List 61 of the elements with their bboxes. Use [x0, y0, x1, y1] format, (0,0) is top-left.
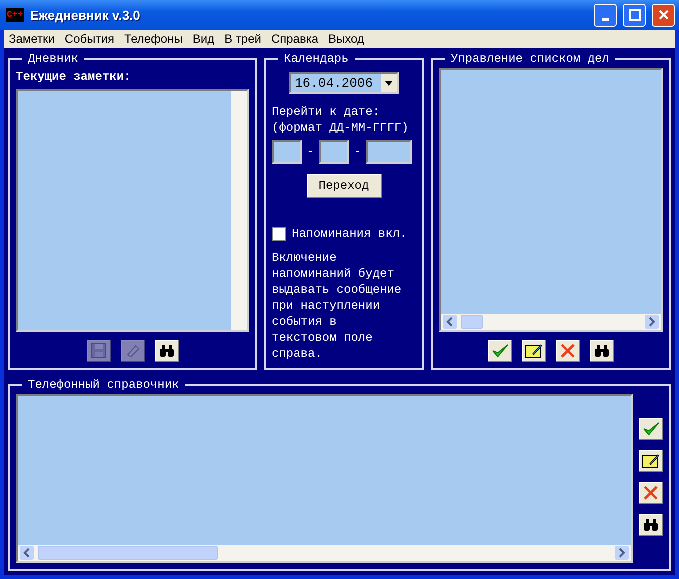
add-button[interactable] — [639, 450, 663, 472]
panel-title: Дневник — [27, 52, 80, 66]
reminders-note: Включение напоминаний будет выдавать сообщение при наступлении события в текстовом поле справа. — [272, 250, 403, 362]
go-button[interactable]: Переход — [306, 174, 382, 198]
scroll-right-icon[interactable] — [644, 314, 660, 330]
menu-item[interactable]: Справка — [266, 32, 324, 46]
scroll-thumb[interactable] — [38, 546, 218, 560]
menu-item[interactable]: Вид — [188, 32, 220, 46]
separator: - — [307, 145, 314, 159]
day-field[interactable] — [272, 140, 302, 164]
notes-label: Текущие заметки: — [16, 69, 132, 85]
format-label: (формат ДД-ММ-ГГГГ) — [272, 120, 410, 136]
scroll-left-icon[interactable] — [442, 314, 458, 330]
add-button[interactable] — [522, 340, 546, 362]
close-icon — [658, 9, 670, 21]
scroll-right-icon[interactable] — [614, 545, 630, 561]
folder-pencil-icon — [642, 453, 660, 469]
find-button[interactable] — [639, 514, 663, 536]
window-title: Ежедневник v.3.0 — [30, 8, 142, 22]
app-logo: C++ — [6, 8, 24, 22]
horizontal-scrollbar[interactable] — [18, 545, 631, 561]
menu-item[interactable]: В трей — [220, 32, 266, 46]
goto-label: Перейти к дате: — [272, 104, 382, 120]
menu-item[interactable]: Телефоны — [119, 32, 188, 46]
confirm-button[interactable] — [639, 418, 663, 440]
folder-pencil-icon — [525, 343, 543, 359]
minimize-button[interactable] — [594, 4, 617, 26]
minimize-icon — [602, 18, 609, 20]
separator: - — [354, 145, 362, 159]
scroll-left-icon[interactable] — [19, 545, 35, 561]
horizontal-scrollbar[interactable] — [441, 314, 661, 330]
year-field[interactable] — [366, 140, 412, 164]
find-button[interactable] — [154, 340, 178, 362]
binoculars-icon — [594, 344, 610, 358]
delete-button[interactable] — [556, 340, 580, 362]
checkmark-icon — [642, 421, 660, 437]
confirm-button[interactable] — [488, 340, 512, 362]
date-dropdown[interactable]: 16.04.2006 — [289, 72, 399, 94]
cross-icon — [643, 485, 659, 501]
menu-item[interactable]: Заметки — [4, 32, 60, 46]
checkmark-icon — [491, 343, 509, 359]
panel-title: Календарь — [283, 52, 350, 66]
find-button[interactable] — [590, 340, 614, 362]
delete-button[interactable] — [639, 482, 663, 504]
panel-title: Телефонный справочник — [27, 378, 180, 392]
menu-item[interactable]: События — [60, 32, 120, 46]
reminders-checkbox[interactable] — [272, 227, 286, 241]
maximize-button[interactable] — [623, 4, 646, 26]
reminders-label: Напоминания вкл. — [292, 226, 408, 242]
dropdown-arrow-icon — [385, 80, 393, 86]
eraser-icon — [124, 343, 140, 359]
month-field[interactable] — [319, 140, 350, 164]
binoculars-icon — [643, 518, 659, 532]
menu-item[interactable]: Выход — [324, 32, 370, 46]
panel-title: Управление списком дел — [450, 52, 610, 66]
vertical-scrollbar[interactable] — [231, 91, 247, 330]
binoculars-icon — [158, 344, 174, 358]
scroll-thumb[interactable] — [461, 315, 483, 329]
maximize-icon — [628, 9, 640, 21]
cross-icon — [560, 343, 576, 359]
close-button[interactable] — [652, 4, 675, 26]
